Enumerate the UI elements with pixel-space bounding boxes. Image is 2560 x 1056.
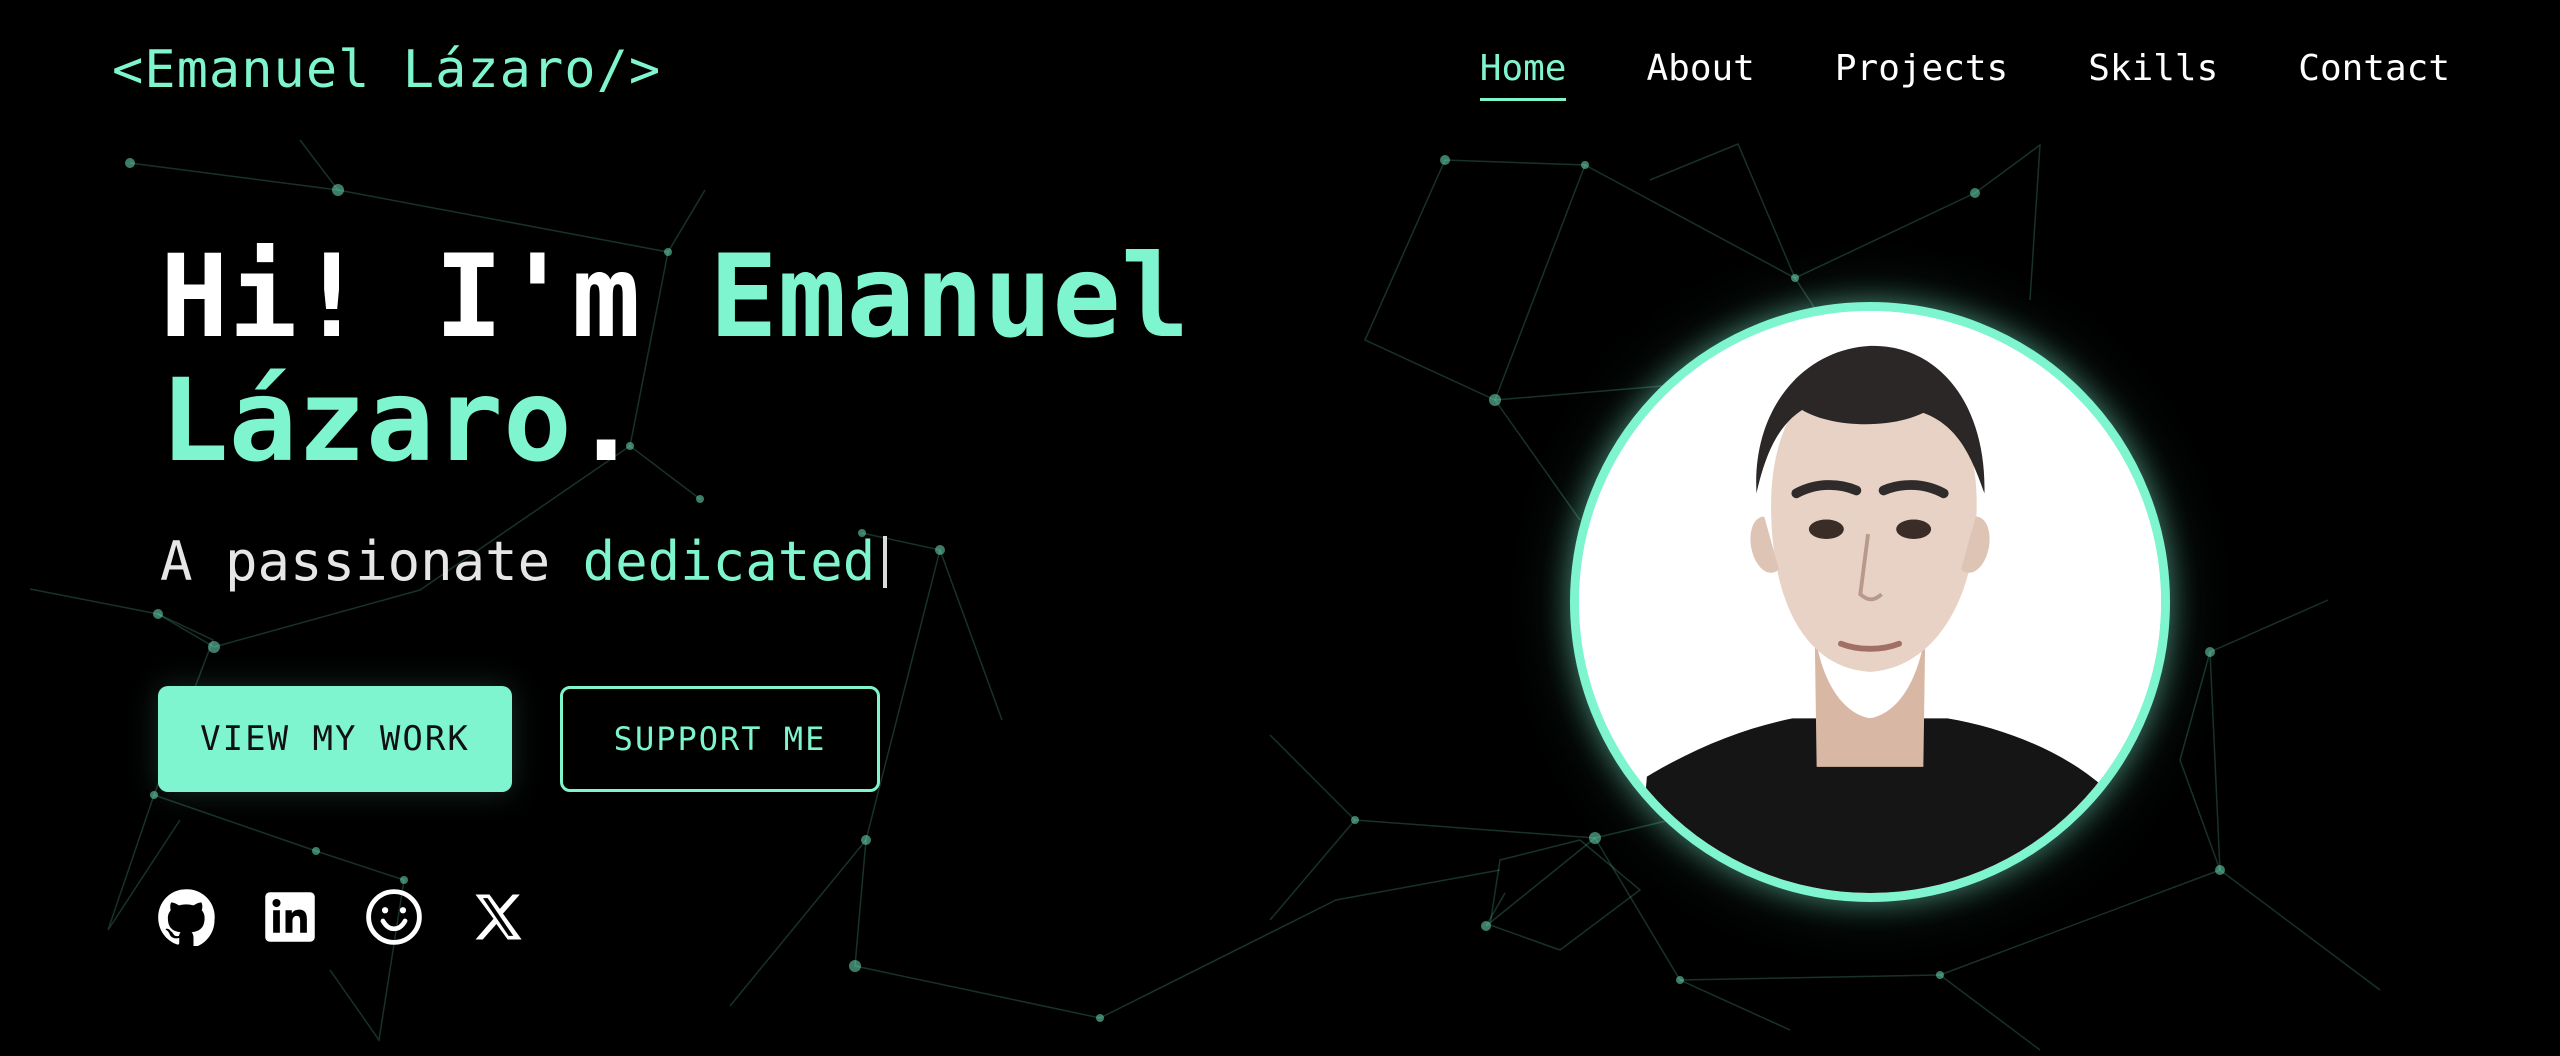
hero-last-name: Lázaro [160, 354, 572, 487]
smile-icon [366, 889, 422, 945]
hero-heading: Hi! I'm Emanuel Lázaro. [160, 235, 1190, 483]
github-icon [158, 889, 215, 946]
site-logo[interactable]: <Emanuel Lázaro/> [112, 40, 661, 100]
linkedin-icon [265, 892, 315, 942]
hero-period: . [571, 354, 641, 487]
view-my-work-button[interactable]: VIEW MY WORK [158, 686, 512, 792]
nav-contact[interactable]: Contact [2298, 48, 2450, 89]
nav-projects[interactable]: Projects [1835, 48, 2008, 89]
subtitle-prefix: A passionate [160, 530, 583, 593]
x-link[interactable] [469, 888, 527, 946]
profile-photo-illustration [1579, 311, 2161, 893]
text-cursor [883, 536, 888, 588]
support-me-button[interactable]: SUPPORT ME [560, 686, 880, 792]
nav-home[interactable]: Home [1479, 48, 1566, 101]
typed-text: dedicated [582, 530, 876, 593]
linkedin-link[interactable] [261, 888, 319, 946]
nav-about[interactable]: About [1646, 48, 1754, 89]
social-links [157, 888, 527, 946]
github-link[interactable] [157, 888, 215, 946]
x-icon [475, 894, 522, 940]
hero-subtitle: A passionate dedicated [160, 530, 888, 593]
profile-photo [1570, 302, 2170, 902]
landing-page: <Emanuel Lázaro/> Home About Projects Sk… [0, 0, 2560, 1056]
nav-skills[interactable]: Skills [2088, 48, 2218, 89]
main-nav: Home About Projects Skills Contact [1479, 48, 2450, 101]
hero-greeting: Hi! I'm [160, 230, 710, 363]
smile-link[interactable] [365, 888, 423, 946]
hero-first-name: Emanuel [709, 230, 1190, 363]
